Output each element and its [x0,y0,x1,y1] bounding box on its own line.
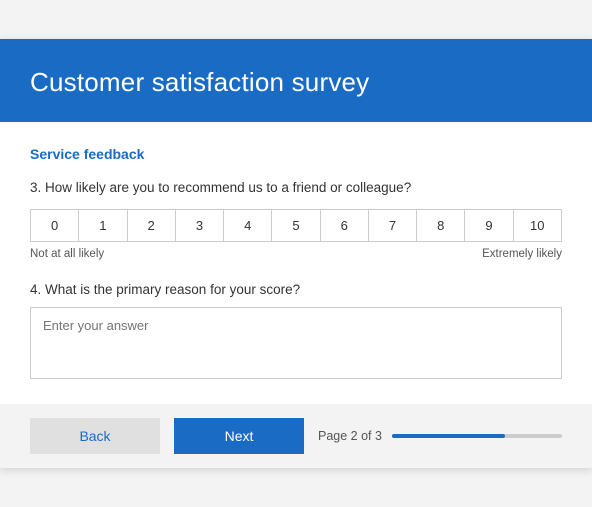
survey-body: Service feedback 3. How likely are you t… [0,122,592,404]
nps-cell-7[interactable]: 7 [369,210,417,241]
survey-container: Customer satisfaction survey Service fee… [0,39,592,468]
nps-scale: 0 1 2 3 4 5 6 7 8 9 10 [30,209,562,242]
nps-cell-2[interactable]: 2 [128,210,176,241]
back-button[interactable]: Back [30,418,160,454]
question-4-label: 4. What is the primary reason for your s… [30,282,562,297]
survey-footer: Back Next Page 2 of 3 [0,404,592,468]
nps-cell-5[interactable]: 5 [272,210,320,241]
survey-title: Customer satisfaction survey [30,67,562,98]
nps-cell-1[interactable]: 1 [79,210,127,241]
next-button[interactable]: Next [174,418,304,454]
nps-label-low: Not at all likely [30,248,104,260]
answer-textarea[interactable] [30,307,562,379]
nps-cell-0[interactable]: 0 [31,210,79,241]
survey-header: Customer satisfaction survey [0,39,592,122]
nps-cell-6[interactable]: 6 [321,210,369,241]
page-label: Page 2 of 3 [318,429,382,443]
progress-bar-track [392,434,562,438]
nps-cell-9[interactable]: 9 [465,210,513,241]
nps-labels: Not at all likely Extremely likely [30,248,562,260]
progress-bar-fill [392,434,505,438]
nps-label-high: Extremely likely [482,248,562,260]
nps-cell-8[interactable]: 8 [417,210,465,241]
nps-cell-4[interactable]: 4 [224,210,272,241]
pagination: Page 2 of 3 [318,429,562,443]
nps-cell-3[interactable]: 3 [176,210,224,241]
section-title: Service feedback [30,146,562,162]
question-3-label: 3. How likely are you to recommend us to… [30,180,562,195]
nps-cell-10[interactable]: 10 [514,210,561,241]
